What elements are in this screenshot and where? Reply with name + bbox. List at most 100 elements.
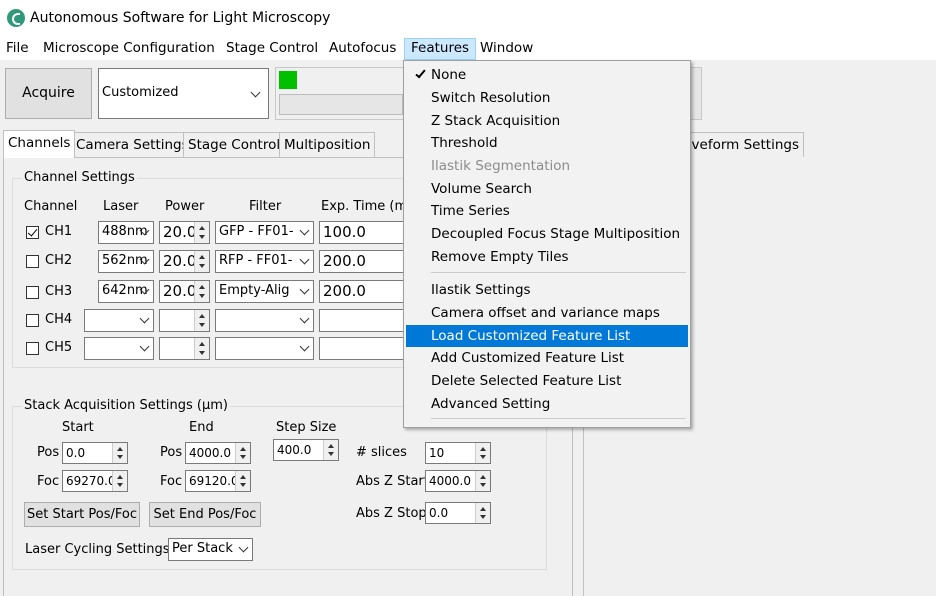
ch2-exp-time-input[interactable]: 200.0: [319, 250, 405, 273]
spin-up-icon[interactable]: [240, 447, 246, 451]
spin-up-icon[interactable]: [199, 285, 205, 289]
acquire-button[interactable]: Acquire: [5, 68, 92, 119]
menu-item-label: Remove Empty Tiles: [431, 249, 569, 265]
spin-down-icon[interactable]: [199, 235, 205, 239]
abs-z-stop-spinbox[interactable]: 0.0: [425, 502, 491, 524]
menu-item-delete-selected-feature-list[interactable]: Delete Selected Feature List: [406, 370, 688, 392]
menu-item-volume-search[interactable]: Volume Search: [406, 178, 688, 200]
ch5-laser-select[interactable]: [84, 337, 154, 360]
spin-down-icon[interactable]: [199, 264, 205, 268]
spin-up-icon[interactable]: [480, 447, 486, 451]
menu-window[interactable]: Window: [474, 38, 539, 60]
end-pos-spinbox[interactable]: 4000.0: [185, 442, 251, 464]
spin-down-icon[interactable]: [328, 452, 334, 456]
ch4-laser-select[interactable]: [84, 309, 154, 332]
menu-separator: [431, 418, 686, 419]
ch3-exp-time-input[interactable]: 200.0: [319, 280, 405, 303]
spin-up-icon[interactable]: [199, 314, 205, 318]
menu-item-camera-offset-variance-maps[interactable]: Camera offset and variance maps: [406, 302, 688, 324]
ch4-power-spinbox[interactable]: [159, 309, 210, 332]
ch3-label: CH3: [45, 284, 73, 299]
ch4-checkbox[interactable]: [26, 314, 39, 327]
tab-camera-settings[interactable]: Camera Settings: [71, 132, 194, 157]
ch2-checkbox[interactable]: [26, 255, 39, 268]
menu-item-ilastik-settings[interactable]: Ilastik Settings: [406, 279, 688, 301]
ch4-filter-select[interactable]: [215, 309, 314, 332]
menu-item-load-customized-feature-list[interactable]: Load Customized Feature List: [406, 325, 688, 347]
spin-up-icon[interactable]: [328, 444, 334, 448]
ch5-power-spinbox[interactable]: [159, 337, 210, 360]
menu-item-z-stack-acquisition[interactable]: Z Stack Acquisition: [406, 110, 688, 132]
spin-down-icon[interactable]: [199, 323, 205, 327]
channel-settings-title: Channel Settings: [22, 170, 137, 185]
menu-autofocus[interactable]: Autofocus: [323, 38, 402, 60]
chevron-down-icon: [139, 341, 150, 352]
ch3-checkbox[interactable]: [26, 286, 39, 299]
spin-down-icon[interactable]: [199, 351, 205, 355]
ch1-filter-value: GFP - FF01-: [219, 224, 294, 239]
tab-multiposition[interactable]: Multiposition: [279, 132, 376, 157]
ch5-checkbox[interactable]: [26, 342, 39, 355]
spin-down-icon[interactable]: [199, 294, 205, 298]
spin-up-icon[interactable]: [480, 475, 486, 479]
ch5-filter-select[interactable]: [215, 337, 314, 360]
menu-item-add-customized-feature-list[interactable]: Add Customized Feature List: [406, 347, 688, 369]
ch3-power-spinbox[interactable]: 20.0: [159, 280, 210, 303]
menu-item-remove-empty-tiles[interactable]: Remove Empty Tiles: [406, 246, 688, 268]
spin-down-icon[interactable]: [240, 483, 246, 487]
spin-up-icon[interactable]: [117, 475, 123, 479]
ch2-filter-select[interactable]: RFP - FF01-: [215, 250, 314, 273]
start-foc-spinbox[interactable]: 69270.0: [62, 470, 128, 492]
menu-microscope-configuration[interactable]: Microscope Configuration: [37, 38, 221, 60]
menu-stage-control[interactable]: Stage Control: [220, 38, 324, 60]
chevron-down-icon: [299, 254, 310, 265]
spin-down-icon[interactable]: [480, 483, 486, 487]
spin-up-icon[interactable]: [240, 475, 246, 479]
menu-features[interactable]: Features: [404, 38, 477, 60]
ch1-power-spinbox[interactable]: 20.0: [159, 221, 210, 244]
spin-up-icon[interactable]: [199, 226, 205, 230]
acquisition-mode-select[interactable]: Customized: [98, 68, 269, 119]
end-foc-spinbox[interactable]: 69120.0: [185, 470, 251, 492]
spin-up-icon[interactable]: [117, 447, 123, 451]
abs-z-start-spinbox[interactable]: 4000.0: [425, 470, 491, 492]
laser-cycling-select[interactable]: Per Stack: [168, 538, 253, 561]
menu-item-label: Ilastik Settings: [431, 282, 531, 298]
set-end-pos-foc-button[interactable]: Set End Pos/Foc: [149, 502, 261, 527]
menu-item-threshold[interactable]: Threshold: [406, 132, 688, 154]
menu-item-advanced-setting[interactable]: Advanced Setting: [406, 393, 688, 415]
spin-down-icon[interactable]: [240, 455, 246, 459]
tab-waveform-settings[interactable]: Waveform Settings: [680, 132, 804, 157]
ch3-filter-select[interactable]: Empty-Alig: [215, 280, 314, 303]
ch2-laser-select[interactable]: 562nm: [98, 250, 154, 273]
menu-item-time-series[interactable]: Time Series: [406, 200, 688, 222]
slices-spinbox[interactable]: 10: [425, 442, 491, 464]
end-foc-label: Foc: [160, 474, 183, 489]
menu-item-label: Ilastik Segmentation: [431, 158, 571, 174]
start-pos-spinbox[interactable]: 0.0: [62, 442, 128, 464]
ch3-laser-select[interactable]: 642nm: [98, 280, 154, 303]
menu-file[interactable]: File: [0, 38, 35, 60]
step-size-spinbox[interactable]: 400.0: [273, 439, 339, 461]
menu-item-decoupled-focus-stage-multiposition[interactable]: Decoupled Focus Stage Multiposition: [406, 223, 688, 245]
abs-z-start-label: Abs Z Start: [356, 474, 429, 489]
spin-up-icon[interactable]: [199, 255, 205, 259]
spin-down-icon[interactable]: [117, 483, 123, 487]
set-start-pos-foc-button[interactable]: Set Start Pos/Foc: [24, 502, 140, 527]
ch5-exp-time-input[interactable]: [319, 337, 405, 360]
spin-down-icon[interactable]: [480, 455, 486, 459]
tab-stage-control[interactable]: Stage Control: [183, 132, 286, 157]
menu-item-none[interactable]: None: [406, 64, 688, 86]
spin-down-icon[interactable]: [117, 455, 123, 459]
ch2-power-spinbox[interactable]: 20.0: [159, 250, 210, 273]
ch1-filter-select[interactable]: GFP - FF01-: [215, 221, 314, 244]
ch1-checkbox[interactable]: [26, 226, 39, 239]
ch1-exp-time-input[interactable]: 100.0: [319, 221, 405, 244]
spin-up-icon[interactable]: [480, 507, 486, 511]
ch4-exp-time-input[interactable]: [319, 309, 405, 332]
spin-down-icon[interactable]: [480, 515, 486, 519]
tab-channels[interactable]: Channels: [3, 130, 76, 158]
menu-item-switch-resolution[interactable]: Switch Resolution: [406, 87, 688, 109]
ch1-laser-select[interactable]: 488nm: [98, 221, 154, 244]
spin-up-icon[interactable]: [199, 342, 205, 346]
